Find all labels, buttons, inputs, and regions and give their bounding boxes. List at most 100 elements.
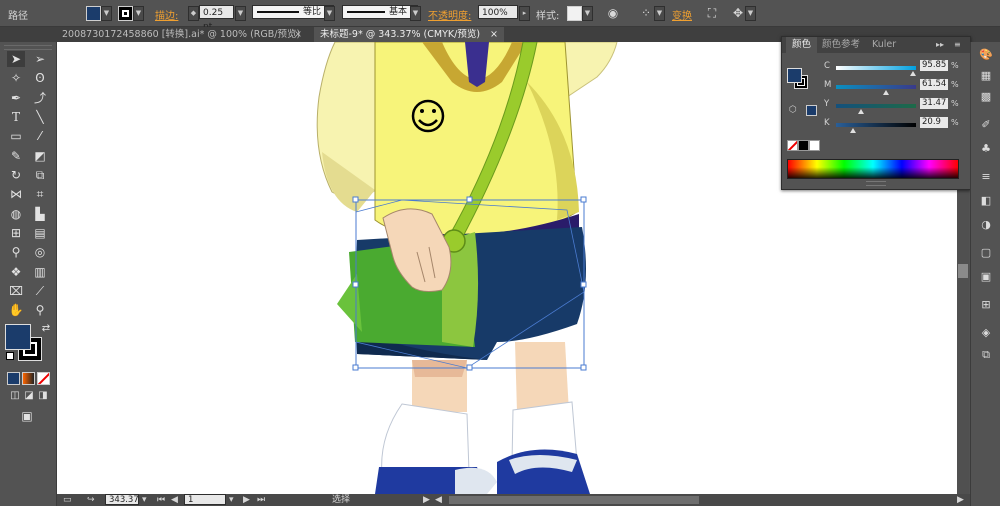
align-panel-icon[interactable]: ⊞ <box>978 298 994 312</box>
fill-color-box[interactable] <box>5 324 31 350</box>
brush-dropdown[interactable]: ▼ <box>410 6 421 21</box>
color-panel-icon[interactable]: 🎨 <box>978 48 994 62</box>
prev-artboard-icon[interactable]: ◀ <box>171 494 178 506</box>
fill-swatch[interactable] <box>86 6 101 21</box>
pen-tool-icon[interactable]: ✒ <box>7 90 25 106</box>
last-artboard-icon[interactable]: ⏭ <box>257 494 265 506</box>
first-artboard-icon[interactable]: ⏮ <box>157 494 165 506</box>
channel-y-knob[interactable] <box>857 109 864 114</box>
transform-label[interactable]: 变换 <box>672 7 692 22</box>
stroke-weight-field[interactable]: 0.25 pt <box>199 5 234 32</box>
direct-selection-tool-icon[interactable]: ➢ <box>31 51 49 67</box>
panel-menu-icon[interactable]: ≡ <box>954 37 961 53</box>
scrollbar-thumb[interactable] <box>958 264 968 278</box>
symbols-icon[interactable]: ♣ <box>978 142 994 156</box>
channel-k-slider[interactable] <box>836 123 916 127</box>
color-guide-icon[interactable]: ▦ <box>978 69 994 83</box>
tab-close-icon[interactable]: × <box>294 27 302 42</box>
isolate-icon[interactable]: ⛶ <box>704 6 720 20</box>
mesh-tool-icon[interactable]: ⊞ <box>7 225 25 241</box>
eyedropper-tool-icon[interactable]: ⚲ <box>7 244 25 260</box>
brushes-icon[interactable]: ✐ <box>978 118 994 132</box>
tab-document-1[interactable]: 2008730172458860 [转换].ai* @ 100% (RGB/预览… <box>56 27 308 42</box>
gamut-color-swatch[interactable] <box>806 105 817 116</box>
magic-wand-tool-icon[interactable]: ✧ <box>7 70 25 86</box>
free-transform-tool-icon[interactable]: ⌗ <box>31 186 49 202</box>
shape-builder-tool-icon[interactable]: ◍ <box>7 206 25 222</box>
channel-m-knob[interactable] <box>882 90 889 95</box>
zoom-field[interactable]: 343.37 <box>105 494 139 505</box>
color-spectrum[interactable] <box>787 159 959 179</box>
tab-kuler[interactable]: Kuler <box>872 37 896 53</box>
black-swatch[interactable] <box>798 140 809 151</box>
info-icon[interactable]: ▭ <box>63 494 72 506</box>
artboard-dropdown-icon[interactable]: ▾ <box>229 494 234 506</box>
graphic-style-swatch[interactable] <box>567 6 582 21</box>
stroke-weight-dropdown[interactable]: ▼ <box>235 6 246 21</box>
slice-tool-icon[interactable]: ⟋ <box>31 283 49 299</box>
color-mode-icon[interactable] <box>7 372 20 385</box>
scale-tool-icon[interactable]: ⧉ <box>31 167 49 183</box>
stroke-dropdown[interactable]: ▼ <box>133 6 144 21</box>
zoom-tool-icon[interactable]: ⚲ <box>31 302 49 318</box>
channel-y-slider[interactable] <box>836 104 916 108</box>
tab-color[interactable]: 颜色 <box>786 37 818 53</box>
variable-width-profile[interactable]: 等比 <box>252 5 334 19</box>
line-tool-icon[interactable]: ╲ <box>31 109 49 125</box>
align-dropdown[interactable]: ▼ <box>654 6 665 21</box>
status-menu-icon[interactable]: ▶ <box>423 494 430 506</box>
horizontal-scrollbar-thumb[interactable] <box>449 496 699 504</box>
rotate-tool-icon[interactable]: ↻ <box>7 167 25 183</box>
perspective-grid-tool-icon[interactable]: ▙ <box>31 206 49 222</box>
width-tool-icon[interactable]: ⋈ <box>7 186 25 202</box>
hand-tool-icon[interactable]: ✋ <box>7 302 25 318</box>
column-graph-tool-icon[interactable]: ▥ <box>31 264 49 280</box>
symbol-sprayer-tool-icon[interactable]: ❖ <box>7 264 25 280</box>
panel-resize-grip[interactable] <box>866 181 886 186</box>
channel-c-knob[interactable] <box>909 71 916 76</box>
arrange-icon[interactable]: ✥ <box>730 6 746 20</box>
blend-tool-icon[interactable]: ◎ <box>31 244 49 260</box>
gradient-icon[interactable]: ◧ <box>978 194 994 208</box>
stroke-label[interactable]: 描边: <box>155 7 178 22</box>
stroke-weight-spin[interactable]: ◆ <box>188 6 199 21</box>
swap-fill-stroke-icon[interactable]: ⇄ <box>37 321 55 337</box>
gradient-tool-icon[interactable]: ▤ <box>31 225 49 241</box>
white-swatch[interactable] <box>809 140 820 151</box>
artboards-icon[interactable]: ⧉ <box>978 348 994 362</box>
tab-document-2[interactable]: 未标题-9* @ 343.37% (CMYK/预览) × <box>314 27 504 42</box>
swatches-icon[interactable]: ▩ <box>978 90 994 104</box>
transparency-icon[interactable]: ◑ <box>978 218 994 232</box>
channel-c-slider[interactable] <box>836 66 916 70</box>
profile-dropdown[interactable]: ▼ <box>324 6 335 21</box>
fill-dropdown[interactable]: ▼ <box>101 6 112 21</box>
channel-k-knob[interactable] <box>849 128 856 133</box>
panel-fill-box[interactable] <box>787 68 802 83</box>
arrange-dropdown[interactable]: ▼ <box>745 6 756 21</box>
stroke-icon[interactable]: ≡ <box>978 170 994 184</box>
scroll-right-icon[interactable]: ▶ <box>957 494 964 506</box>
tab-color-guide[interactable]: 颜色参考 <box>822 37 860 53</box>
channel-y-value[interactable]: 31.47 <box>920 98 948 109</box>
none-mode-icon[interactable] <box>37 372 50 385</box>
layers-icon[interactable]: ◈ <box>978 326 994 340</box>
panel-collapse-icon[interactable]: ▸▸ <box>936 37 944 53</box>
brush-definition[interactable]: 基本 <box>342 5 418 19</box>
share-icon[interactable]: ↪ <box>87 494 95 506</box>
channel-c-value[interactable]: 95.85 <box>920 60 948 71</box>
paintbrush-tool-icon[interactable]: ⁄ <box>31 128 49 144</box>
align-icon[interactable]: ⁘ <box>638 6 654 20</box>
none-swatch[interactable] <box>787 140 798 151</box>
opacity-dropdown[interactable]: ▸ <box>519 6 530 21</box>
pencil-tool-icon[interactable]: ✎ <box>7 148 25 164</box>
opacity-label[interactable]: 不透明度: <box>428 7 471 22</box>
opacity-field[interactable]: 100% <box>478 5 518 19</box>
eraser-tool-icon[interactable]: ◩ <box>31 148 49 164</box>
type-tool-icon[interactable]: T <box>7 109 25 125</box>
artboard-field[interactable]: 1 <box>184 494 226 505</box>
graphic-styles-icon[interactable]: ▣ <box>978 270 994 284</box>
rectangle-tool-icon[interactable]: ▭ <box>7 128 25 144</box>
scroll-left-icon[interactable]: ◀ <box>435 494 442 506</box>
channel-k-value[interactable]: 20.9 <box>920 117 948 128</box>
next-artboard-icon[interactable]: ▶ <box>243 494 250 506</box>
